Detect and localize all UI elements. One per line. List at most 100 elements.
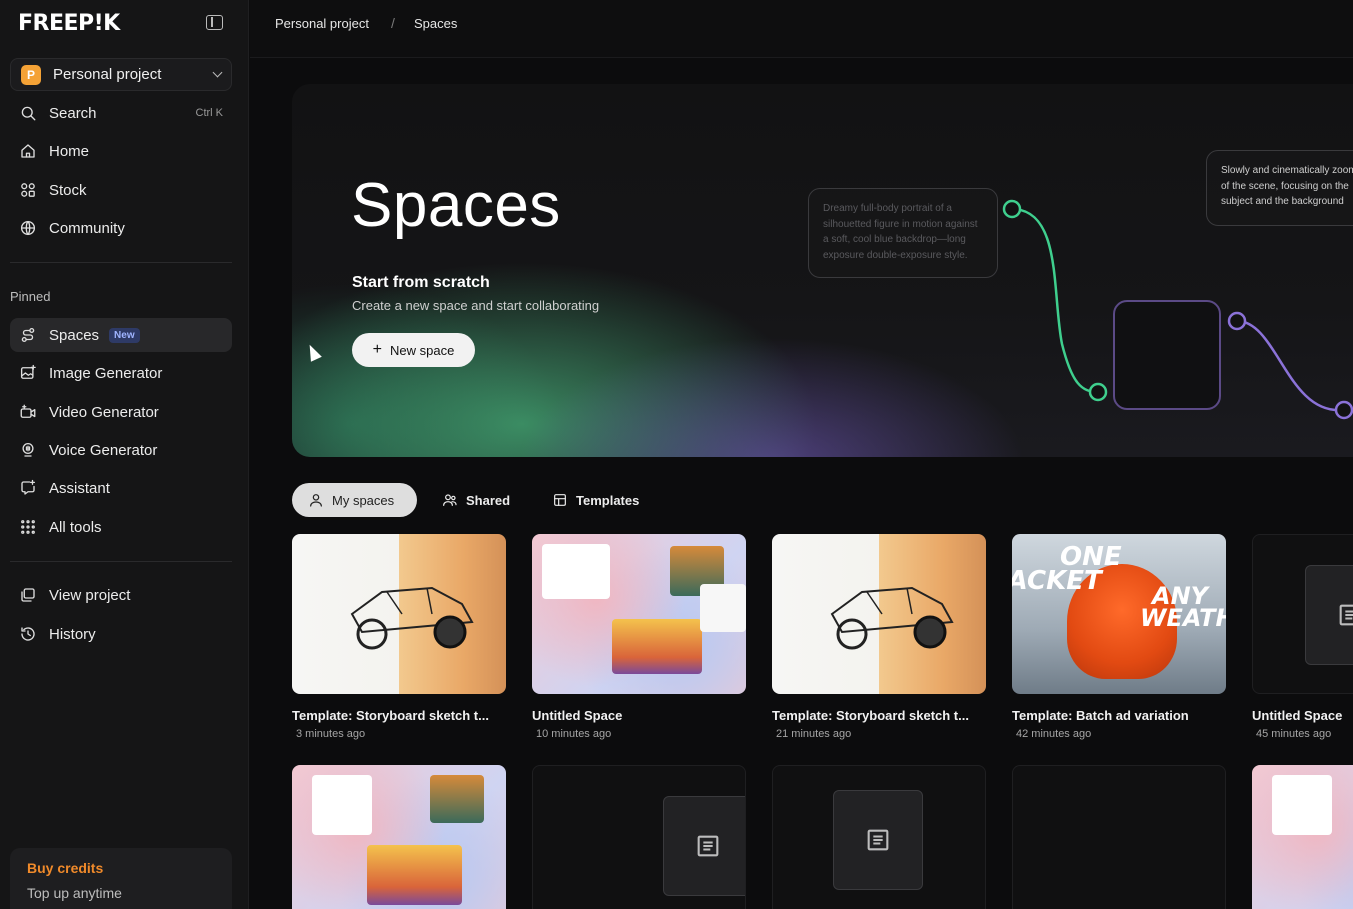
sidebar-item-community[interactable]: Community	[10, 211, 232, 245]
sidebar-item-label: Community	[49, 219, 125, 237]
media-node	[1113, 300, 1221, 410]
grid-icon	[19, 518, 37, 536]
sidebar: FREEP!K P Personal project Search Ctrl K…	[0, 0, 249, 909]
sidebar-item-voice-generator[interactable]: Voice Generator	[10, 433, 232, 467]
buggy-sketch-image	[830, 586, 954, 650]
sidebar-item-image-generator[interactable]: Image Generator	[10, 356, 232, 390]
sidebar-item-history[interactable]: History	[10, 617, 232, 651]
top-bar: Personal project / Spaces	[250, 0, 1353, 58]
space-card[interactable]	[772, 765, 986, 909]
voice-generator-icon	[19, 441, 37, 459]
sidebar-item-spaces[interactable]: Spaces New	[10, 318, 232, 352]
chevron-down-icon	[212, 67, 223, 78]
space-card[interactable]: Untitled Space 10 minutes ago	[532, 534, 746, 740]
page-title: Spaces	[351, 171, 561, 240]
sidebar-item-label: History	[49, 625, 96, 643]
document-icon	[867, 829, 889, 851]
note-image	[312, 775, 372, 835]
note-image	[542, 544, 610, 599]
image-generator-icon	[19, 364, 37, 382]
space-thumbnail	[292, 765, 506, 909]
tab-shared[interactable]: Shared	[426, 483, 526, 517]
space-thumbnail	[292, 534, 506, 694]
space-timestamp: 21 minutes ago	[776, 728, 852, 740]
view-project-icon	[19, 586, 37, 604]
buy-credits-subtitle: Top up anytime	[27, 885, 122, 901]
sidebar-item-label: Image Generator	[49, 364, 163, 382]
sidebar-item-label: Assistant	[49, 479, 110, 497]
history-icon	[19, 625, 37, 643]
space-card[interactable]: Template: Storyboard sketch t... 21 minu…	[772, 534, 986, 740]
space-thumbnail: ONE JACKET ANY WEATHER	[1012, 534, 1226, 694]
tree-image	[612, 619, 702, 674]
space-thumbnail	[532, 534, 746, 694]
space-card[interactable]	[1012, 765, 1226, 909]
project-avatar: P	[21, 64, 41, 85]
note-image	[1272, 775, 1332, 835]
breadcrumb-separator: /	[391, 15, 395, 31]
ad-text-line: WEATHER	[1140, 604, 1226, 632]
sidebar-item-assistant[interactable]: Assistant	[10, 471, 232, 505]
hero-banner: Spaces Start from scratch Create a new s…	[292, 84, 1353, 457]
document-node	[1305, 565, 1353, 665]
prompt-node: Dreamy full-body portrait of a silhouett…	[808, 188, 998, 278]
breadcrumb-current: Spaces	[414, 16, 458, 31]
buy-credits-card[interactable]: Buy credits Top up anytime	[10, 848, 232, 909]
sidebar-item-search[interactable]: Search Ctrl K	[10, 96, 232, 130]
user-icon	[310, 494, 322, 507]
hero-description: Create a new space and start collaborati…	[352, 298, 600, 313]
sidebar-item-home[interactable]: Home	[10, 134, 232, 168]
freepik-logo[interactable]: FREEP!K	[18, 11, 120, 36]
new-space-button[interactable]: + New space	[352, 333, 475, 367]
space-title: Untitled Space	[532, 708, 623, 723]
space-card[interactable]	[292, 765, 506, 909]
buy-credits-title: Buy credits	[27, 860, 104, 876]
space-card[interactable]: ONE JACKET ANY WEATHER Template: Batch a…	[1012, 534, 1226, 740]
space-card[interactable]	[532, 765, 746, 909]
document-node	[833, 790, 923, 890]
space-thumbnail	[772, 534, 986, 694]
document-node	[663, 796, 745, 896]
space-thumbnail	[772, 765, 986, 909]
sidebar-item-label: View project	[49, 586, 131, 604]
sidebar-item-label: Home	[49, 142, 90, 160]
portrait-image	[430, 775, 484, 823]
sidebar-item-view-project[interactable]: View project	[10, 578, 232, 612]
space-thumbnail	[532, 765, 746, 909]
sidebar-item-label: Stock	[49, 181, 87, 199]
tab-label: Templates	[576, 492, 640, 508]
search-icon	[19, 104, 37, 122]
document-icon	[697, 835, 719, 857]
space-card[interactable]: Template: Storyboard sketch t... 3 minut…	[292, 534, 506, 740]
space-card[interactable]: Untitled Space 45 minutes ago	[1252, 534, 1353, 740]
sidebar-item-label: All tools	[49, 518, 102, 536]
ad-text-line: JACKET	[1012, 566, 1102, 596]
sidebar-item-video-generator[interactable]: Video Generator	[10, 395, 232, 429]
space-timestamp: 10 minutes ago	[536, 728, 612, 740]
templates-icon	[554, 494, 566, 506]
space-timestamp: 3 minutes ago	[296, 728, 366, 740]
tab-templates[interactable]: Templates	[536, 483, 655, 517]
home-icon	[19, 142, 37, 160]
sidebar-item-all-tools[interactable]: All tools	[10, 510, 232, 544]
hero-subtitle: Start from scratch	[352, 274, 490, 291]
pinned-heading: Pinned	[10, 289, 51, 304]
space-thumbnail	[1252, 534, 1353, 694]
sidebar-toggle-icon[interactable]	[206, 15, 223, 30]
breadcrumb-project[interactable]: Personal project	[275, 16, 369, 31]
tab-my-spaces[interactable]: My spaces	[292, 483, 417, 517]
project-selector[interactable]: P Personal project	[10, 58, 232, 91]
space-card[interactable]	[1252, 765, 1353, 909]
tab-label: Shared	[466, 492, 511, 508]
assistant-icon	[19, 479, 37, 497]
keyboard-shortcut: Ctrl K	[195, 107, 224, 119]
spaces-icon	[19, 326, 37, 344]
shared-icon	[443, 494, 457, 506]
buggy-sketch-image	[350, 586, 474, 650]
sidebar-item-stock[interactable]: Stock	[10, 173, 232, 207]
space-title: Template: Batch ad variation	[1012, 708, 1189, 723]
space-timestamp: 45 minutes ago	[1256, 728, 1332, 740]
plus-icon: +	[372, 341, 383, 358]
space-thumbnail	[1252, 765, 1353, 909]
space-timestamp: 42 minutes ago	[1016, 728, 1092, 740]
